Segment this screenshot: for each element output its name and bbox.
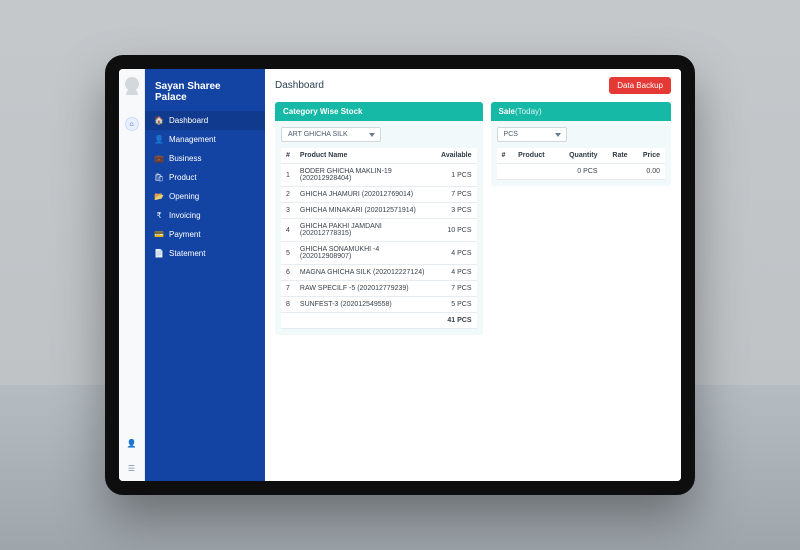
page-title: Dashboard <box>275 80 324 91</box>
sale-title: Sale <box>499 107 515 116</box>
sale-col-rate: Rate <box>603 148 633 164</box>
sale-unit-select[interactable]: PCS <box>497 127 567 142</box>
sidebar-item-statement[interactable]: 📄 Statement <box>145 244 265 263</box>
table-row: 7RAW SPECILF -5 (202012779239)7 PCS <box>281 281 477 297</box>
sidebar-item-dashboard[interactable]: 🏠 Dashboard <box>145 111 265 130</box>
payment-icon: 💳 <box>155 230 163 239</box>
cell-idx: 5 <box>281 242 295 265</box>
category-select[interactable]: ART GHICHA SILK <box>281 127 381 142</box>
cell-idx: 2 <box>281 187 295 203</box>
business-icon: 💼 <box>155 154 163 163</box>
table-row: 1BODER GHICHA MAKLIN-19 (202012928404)1 … <box>281 164 477 187</box>
management-icon: 👤 <box>155 135 163 144</box>
sidebar-item-product[interactable]: 🛍 Product <box>145 168 265 187</box>
sale-summary-price: 0.00 <box>633 164 665 180</box>
stock-total: 41 PCS <box>436 313 476 329</box>
table-row: 6MAGNA GHICHA SILK (202012227124)4 PCS <box>281 265 477 281</box>
cell-name: GHICHA MINAKARI (202012571914) <box>295 203 436 219</box>
sale-card-body: PCS # Product Quantity Rate Price <box>491 121 671 186</box>
table-row: 2GHICHA JHAMURI (202012769014)7 PCS <box>281 187 477 203</box>
sidebar-item-management[interactable]: 👤 Management <box>145 130 265 149</box>
sidebar-item-label: Statement <box>169 249 205 258</box>
sale-summary-qty: 0 PCS <box>557 164 603 180</box>
cell-idx: 7 <box>281 281 295 297</box>
statement-icon: 📄 <box>155 249 163 258</box>
cell-avail: 1 PCS <box>436 164 476 187</box>
cell-avail: 10 PCS <box>436 219 476 242</box>
cell-name: SUNFEST-3 (202012549558) <box>295 297 436 313</box>
sidebar-nav: 🏠 Dashboard 👤 Management 💼 Business 🛍 Pr… <box>145 111 265 263</box>
rail-bar: ⌂ 👤 ☰ <box>119 69 145 481</box>
table-row: 8SUNFEST-3 (202012549558)5 PCS <box>281 297 477 313</box>
cell-idx: 1 <box>281 164 295 187</box>
cell-name: GHICHA JHAMURI (202012769014) <box>295 187 436 203</box>
sidebar-item-business[interactable]: 💼 Business <box>145 149 265 168</box>
sidebar-item-label: Dashboard <box>169 116 208 125</box>
sale-card: Sale(Today) PCS # Product Quantity Rate <box>491 102 671 186</box>
cell-avail: 4 PCS <box>436 242 476 265</box>
cell-idx: 6 <box>281 265 295 281</box>
top-bar: Dashboard Data Backup <box>275 77 671 94</box>
sale-table: # Product Quantity Rate Price <box>497 148 665 180</box>
dashboard-icon: 🏠 <box>155 116 163 125</box>
table-row: 5GHICHA SONAMUKHI -4 (202012908907)4 PCS <box>281 242 477 265</box>
cell-idx: 3 <box>281 203 295 219</box>
sale-subtitle: (Today) <box>515 107 542 116</box>
stock-col-name: Product Name <box>295 148 436 164</box>
sidebar-item-opening[interactable]: 📂 Opening <box>145 187 265 206</box>
table-row: 3GHICHA MINAKARI (202012571914)3 PCS <box>281 203 477 219</box>
sidebar-item-invoicing[interactable]: ₹ Invoicing <box>145 206 265 225</box>
sidebar-item-label: Management <box>169 135 216 144</box>
invoicing-icon: ₹ <box>155 211 163 220</box>
stock-col-avail: Available <box>436 148 476 164</box>
main-content: Dashboard Data Backup Category Wise Stoc… <box>265 69 681 481</box>
product-icon: 🛍 <box>155 173 163 182</box>
rail-menu-icon[interactable]: ☰ <box>128 464 135 473</box>
home-icon: ⌂ <box>129 121 133 128</box>
avatar-icon[interactable] <box>125 77 139 91</box>
cell-avail: 4 PCS <box>436 265 476 281</box>
sidebar-item-label: Product <box>169 173 197 182</box>
cell-name: RAW SPECILF -5 (202012779239) <box>295 281 436 297</box>
category-stock-body: ART GHICHA SILK # Product Name Available… <box>275 121 483 335</box>
sale-col-idx: # <box>497 148 514 164</box>
opening-icon: 📂 <box>155 192 163 201</box>
brand-title: Sayan Sharee Palace <box>145 77 265 111</box>
cell-idx: 4 <box>281 219 295 242</box>
app-root: ⌂ 👤 ☰ Sayan Sharee Palace 🏠 Dashboard 👤 … <box>119 69 681 481</box>
sidebar-item-label: Business <box>169 154 201 163</box>
stock-col-idx: # <box>281 148 295 164</box>
sidebar: Sayan Sharee Palace 🏠 Dashboard 👤 Manage… <box>145 69 265 481</box>
data-backup-button[interactable]: Data Backup <box>609 77 671 94</box>
sidebar-item-label: Invoicing <box>169 211 201 220</box>
home-chip[interactable]: ⌂ <box>125 117 139 131</box>
cell-name: GHICHA PAKHI JAMDANI (202012778315) <box>295 219 436 242</box>
sale-col-price: Price <box>633 148 665 164</box>
category-stock-card: Category Wise Stock ART GHICHA SILK # Pr… <box>275 102 483 335</box>
cell-name: MAGNA GHICHA SILK (202012227124) <box>295 265 436 281</box>
panels: Category Wise Stock ART GHICHA SILK # Pr… <box>275 102 671 335</box>
cell-name: GHICHA SONAMUKHI -4 (202012908907) <box>295 242 436 265</box>
stock-table: # Product Name Available 1BODER GHICHA M… <box>281 148 477 329</box>
cell-avail: 7 PCS <box>436 281 476 297</box>
cell-avail: 5 PCS <box>436 297 476 313</box>
cell-avail: 7 PCS <box>436 187 476 203</box>
sidebar-item-label: Payment <box>169 230 201 239</box>
cell-avail: 3 PCS <box>436 203 476 219</box>
rail-user-icon[interactable]: 👤 <box>127 439 137 448</box>
sidebar-item-payment[interactable]: 💳 Payment <box>145 225 265 244</box>
sidebar-item-label: Opening <box>169 192 199 201</box>
cell-idx: 8 <box>281 297 295 313</box>
sale-summary-row: 0 PCS 0.00 <box>497 164 665 180</box>
cell-name: BODER GHICHA MAKLIN-19 (202012928404) <box>295 164 436 187</box>
sale-col-product: Product <box>513 148 557 164</box>
category-stock-title: Category Wise Stock <box>275 102 483 121</box>
table-row: 4GHICHA PAKHI JAMDANI (202012778315)10 P… <box>281 219 477 242</box>
tablet-frame: ⌂ 👤 ☰ Sayan Sharee Palace 🏠 Dashboard 👤 … <box>105 55 695 495</box>
sale-col-qty: Quantity <box>557 148 603 164</box>
sale-card-head: Sale(Today) <box>491 102 671 121</box>
